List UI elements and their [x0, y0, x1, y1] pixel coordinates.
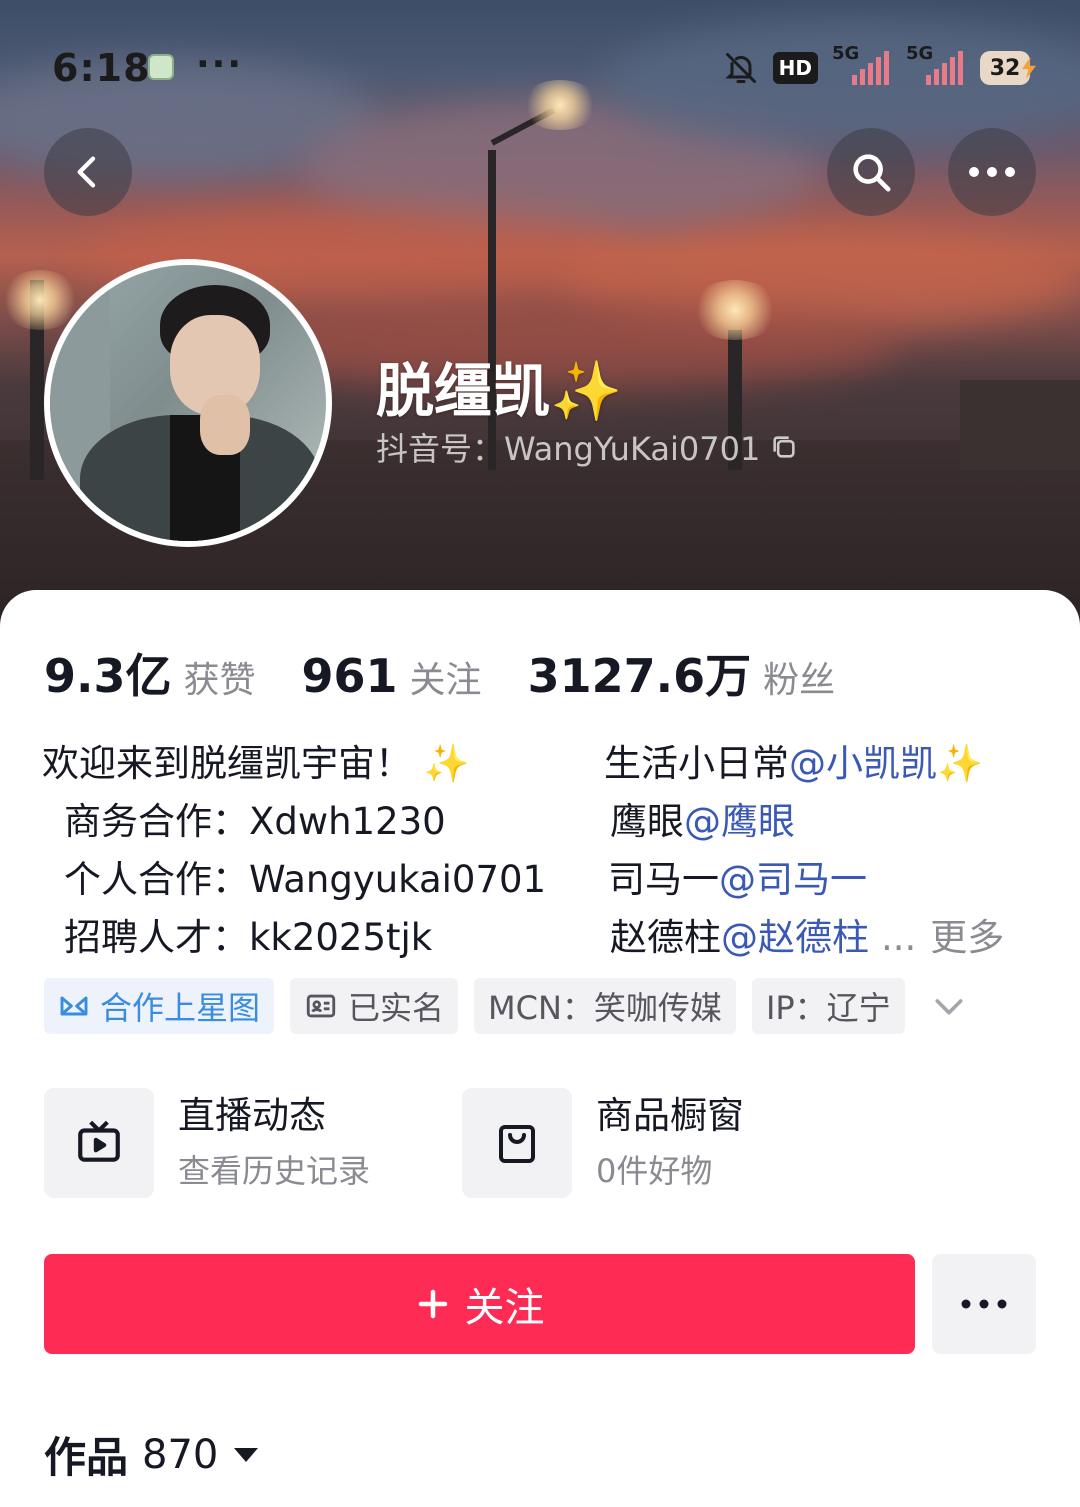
bio-line: 欢迎来到脱缰凯宇宙！ ✨ — [42, 742, 470, 785]
stat-value: 3127.6万 — [527, 649, 752, 703]
card-text: 商品橱窗 0件好物 — [596, 1090, 744, 1196]
tag-label: MCN：笑咖传媒 — [488, 989, 722, 1027]
more-icon — [961, 1299, 1007, 1309]
works-label: 作品 — [44, 1433, 129, 1482]
tag-label: 已实名 — [348, 989, 445, 1027]
live-history-card[interactable]: 直播动态 查看历史记录 — [44, 1088, 462, 1198]
tag-xingtu[interactable]: 合作上星图 — [44, 978, 275, 1034]
card-subtitle: 0件好物 — [596, 1152, 713, 1190]
stat-label: 关注 — [409, 660, 482, 701]
status-time: 6:18 — [52, 46, 151, 90]
bio-mention-line: 鹰眼@鹰眼 — [604, 793, 1004, 851]
tag-label: 合作上星图 — [100, 989, 261, 1027]
signal-icon: 5G — [832, 43, 892, 85]
stat-value: 961 — [301, 649, 398, 703]
tag-ip: IP：辽宁 — [751, 978, 905, 1034]
douyin-id[interactable]: 抖音号：WangYuKai0701 — [376, 424, 798, 470]
sparkle-emoji: ✨ — [550, 357, 623, 425]
wechat-notification-icon — [148, 54, 174, 80]
stat-label: 获赞 — [183, 660, 256, 701]
shopping-bag-icon — [499, 1125, 535, 1163]
bio-right: 生活小日常@小凯凯✨ 鹰眼@鹰眼 司马一@司马一 赵德柱@赵德柱... 更多 — [604, 735, 1004, 967]
search-button[interactable] — [827, 128, 915, 216]
mention-link[interactable]: @赵德柱 — [721, 916, 869, 959]
works-tab[interactable]: 作品 870 — [44, 1424, 260, 1485]
douyin-id-text: 抖音号：WangYuKai0701 — [376, 430, 761, 468]
stat-following[interactable]: 961 关注 — [302, 649, 482, 703]
bio-text: 赵德柱 — [610, 916, 721, 959]
tv-icon — [78, 1120, 120, 1162]
mention-link[interactable]: @鹰眼 — [684, 800, 795, 843]
card-icon-box — [462, 1088, 572, 1198]
profile-sheet — [0, 590, 1080, 1507]
signal-icon: 5G — [906, 43, 966, 85]
bio-more-link[interactable]: 更多 — [930, 916, 1004, 959]
bio-mention-line: 生活小日常@小凯凯✨ — [604, 735, 1004, 793]
battery-indicator: 32 — [980, 51, 1030, 85]
caret-down-icon — [234, 1447, 259, 1462]
more-options-button[interactable] — [948, 128, 1036, 216]
bio-mention-line: 司马一@司马一 — [604, 851, 1004, 909]
signal-label: 5G — [906, 43, 934, 64]
stats-row: 9.3亿 获赞 961 关注 3127.6万 粉丝 — [44, 640, 881, 706]
xingtu-icon — [60, 996, 88, 1016]
battery-level: 32 — [989, 55, 1021, 81]
follow-label: 关注 — [464, 1285, 545, 1331]
nickname: 脱缰凯✨ — [376, 344, 622, 428]
signal-label: 5G — [832, 43, 860, 64]
tag-mcn[interactable]: MCN：笑咖传媒 — [474, 978, 736, 1034]
more-notifications-icon: ··· — [196, 44, 244, 85]
bio-line: 招聘人才：kk2025tjk — [64, 916, 433, 959]
mention-link[interactable]: @小凯凯✨ — [789, 742, 983, 785]
avatar-image — [50, 265, 326, 541]
status-bar: 6:18 ··· HD 5G 5G 32 — [0, 0, 1080, 130]
shop-window-card[interactable]: 商品橱窗 0件好物 — [462, 1088, 880, 1198]
bio-line: 商务合作：Xdwh1230 — [64, 800, 446, 843]
plus-icon — [418, 1289, 447, 1319]
chevron-down-icon[interactable] — [929, 986, 969, 1026]
feature-cards: 直播动态 查看历史记录 商品橱窗 0件好物 — [44, 1088, 880, 1198]
chevron-left-icon — [77, 156, 96, 188]
bio-left: 欢迎来到脱缰凯宇宙！ ✨ 商务合作：Xdwh1230 个人合作：Wangyuka… — [42, 735, 546, 967]
stat-followers[interactable]: 3127.6万 粉丝 — [528, 640, 836, 706]
stat-label: 粉丝 — [763, 660, 836, 701]
bio-text: 生活小日常 — [604, 742, 789, 785]
id-card-icon — [306, 994, 336, 1018]
bio-line: 个人合作：Wangyukai0701 — [64, 858, 547, 901]
follow-button[interactable]: 关注 — [44, 1254, 915, 1354]
works-count: 870 — [142, 1431, 219, 1478]
back-button[interactable] — [44, 128, 132, 216]
bio-ellipsis: ... — [881, 916, 917, 959]
status-right-icons: HD 5G 5G 32 — [723, 43, 1030, 88]
follow-more-button[interactable] — [932, 1254, 1036, 1354]
tag-label: IP：辽宁 — [765, 989, 891, 1027]
copy-icon[interactable] — [770, 433, 798, 461]
hd-badge: HD — [772, 52, 818, 84]
bell-off-icon — [725, 53, 756, 83]
card-text: 直播动态 查看历史记录 — [178, 1090, 370, 1196]
search-icon — [853, 154, 891, 192]
bio-text: 鹰眼 — [610, 800, 684, 843]
avatar[interactable] — [44, 259, 332, 547]
card-title: 商品橱窗 — [596, 1094, 744, 1137]
tags-row: 合作上星图 已实名 MCN：笑咖传媒 IP：辽宁 — [44, 978, 969, 1034]
card-icon-box — [44, 1088, 154, 1198]
bio-mention-line: 赵德柱@赵德柱... 更多 — [604, 909, 1004, 967]
stat-likes[interactable]: 9.3亿 获赞 — [44, 640, 256, 706]
card-subtitle: 查看历史记录 — [178, 1152, 371, 1190]
card-title: 直播动态 — [178, 1094, 326, 1137]
nickname-text: 脱缰凯 — [376, 357, 551, 425]
more-icon — [969, 167, 1015, 177]
bio-text: 司马一 — [608, 858, 719, 901]
mention-link[interactable]: @司马一 — [719, 858, 867, 901]
stat-value: 9.3亿 — [44, 649, 172, 703]
tag-verified[interactable]: 已实名 — [290, 978, 459, 1034]
